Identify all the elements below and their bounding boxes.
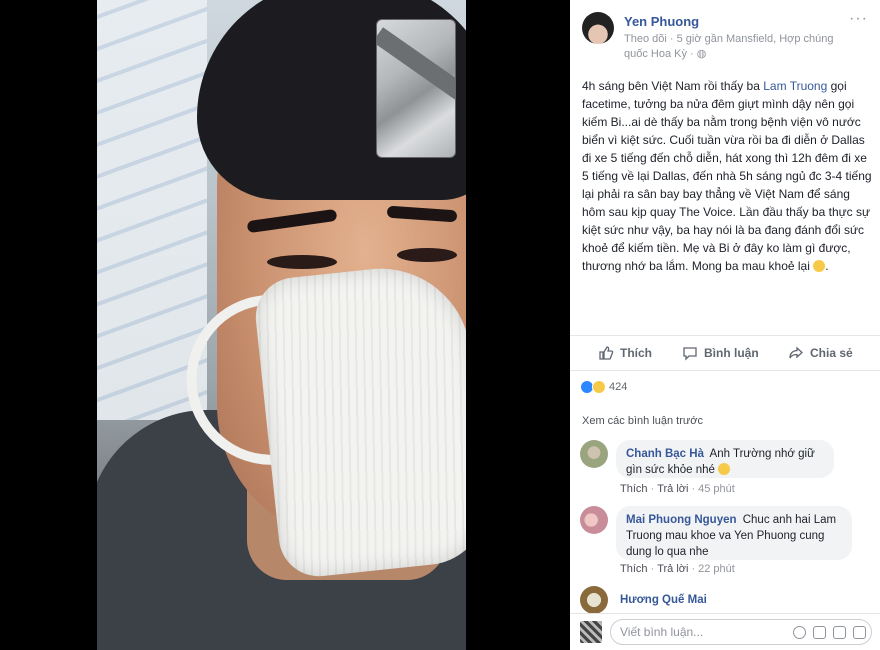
post-meta: Theo dõi · 5 giờ gần Mansfield, Hợp chún…: [624, 32, 854, 62]
comment-reply-link[interactable]: Trả lời: [657, 563, 688, 575]
separator-dot: ·: [691, 563, 696, 575]
thumbs-up-icon: [599, 346, 614, 360]
post-text-part: gọi facetime, tưởng ba nửa đêm giựt mình…: [582, 79, 872, 273]
reactions-summary[interactable]: 424: [580, 379, 627, 395]
face-mask: [251, 259, 466, 581]
comment-composer: [570, 613, 880, 650]
comment-label: Bình luận: [704, 346, 759, 360]
comment-time[interactable]: 22 phút: [698, 563, 735, 575]
eye: [397, 248, 457, 262]
share-arrow-icon: [789, 346, 803, 359]
sad-face-emoji-icon: [718, 463, 731, 475]
comment-bubble: Mai Phuong Nguyen Chuc anh hai Lam Truon…: [616, 506, 852, 560]
current-user-avatar: [580, 621, 602, 643]
separator-dot: ·: [691, 483, 696, 495]
commenter-avatar[interactable]: [580, 440, 608, 468]
speech-bubble-icon: [683, 347, 697, 361]
comment-bubble: Chanh Bạc Hà Anh Trường nhớ giữ gìn sức …: [616, 440, 834, 478]
eye: [267, 255, 337, 269]
more-options-icon[interactable]: ···: [849, 10, 868, 28]
commenter-name[interactable]: Hương Quế Mai: [620, 594, 707, 606]
comment-actions: Thích · Trả lời · 45 phút: [620, 483, 735, 495]
sad-reaction-icon: [592, 380, 606, 394]
view-previous-comments-link[interactable]: Xem các bình luận trước: [582, 415, 703, 427]
post-header: Yen Phuong Theo dõi · 5 giờ gần Mansfiel…: [582, 10, 872, 62]
comment-actions: Thích · Trả lời · 22 phút: [620, 563, 735, 575]
comment-like-link[interactable]: Thích: [620, 483, 648, 495]
comment-time[interactable]: 45 phút: [698, 483, 735, 495]
author-name[interactable]: Yen Phuong: [624, 14, 699, 29]
like-button[interactable]: Thích: [598, 345, 652, 361]
post-text-part: 4h sáng bên Việt Nam rồi thấy ba: [582, 79, 764, 93]
sad-face-emoji-icon: [813, 260, 826, 272]
pip-detail: [377, 27, 455, 111]
separator-dot: ·: [650, 563, 655, 575]
post-actions-bar: Thích Bình luận Chia sẻ: [570, 335, 880, 371]
share-label: Chia sẻ: [810, 346, 853, 360]
emoji-icon[interactable]: [793, 626, 806, 639]
commenter-avatar[interactable]: [580, 586, 608, 614]
post-text: 4h sáng bên Việt Nam rồi thấy ba Lam Tru…: [582, 77, 872, 275]
comment-like-link[interactable]: Thích: [620, 563, 648, 575]
tagged-person-link[interactable]: Lam Truong: [763, 79, 827, 93]
sticker-icon[interactable]: [853, 626, 866, 639]
post-side-panel: Yen Phuong Theo dõi · 5 giờ gần Mansfiel…: [570, 0, 880, 650]
commenter-avatar[interactable]: [580, 506, 608, 534]
author-avatar[interactable]: [582, 12, 614, 44]
comment-reply-link[interactable]: Trả lời: [657, 483, 688, 495]
camera-icon[interactable]: [813, 626, 826, 639]
commenter-name[interactable]: Chanh Bạc Hà: [626, 448, 704, 460]
follow-link[interactable]: Theo dõi: [624, 33, 667, 45]
facetime-pip-thumbnail: [376, 19, 456, 158]
composer-icons: [793, 626, 866, 639]
gif-icon[interactable]: [833, 626, 846, 639]
post-text-end: .: [825, 259, 829, 273]
globe-icon: ◍: [696, 48, 707, 60]
reaction-count: 424: [609, 381, 628, 393]
photo-viewer: [0, 0, 570, 650]
commenter-name[interactable]: Mai Phuong Nguyen: [626, 514, 737, 526]
share-button[interactable]: Chia sẻ: [788, 345, 853, 361]
like-label: Thích: [620, 346, 652, 360]
separator-dot: ·: [650, 483, 655, 495]
